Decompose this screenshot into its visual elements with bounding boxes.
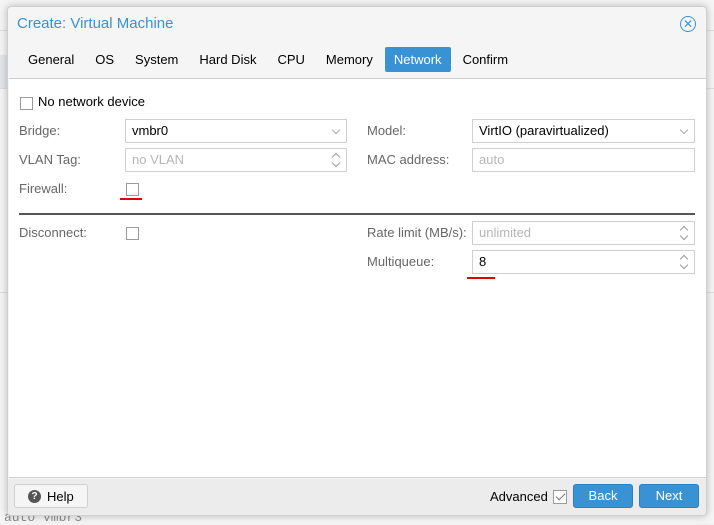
vlan-tag-placeholder: no VLAN [132,152,185,167]
no-network-device-label: No network device [38,94,145,109]
model-select[interactable]: VirtIO (paravirtualized) [472,119,695,143]
spinner-icon[interactable] [679,224,689,242]
advanced-checkbox[interactable] [553,490,567,504]
firewall-label: Firewall: [19,181,68,196]
advanced-label: Advanced [490,489,548,504]
create-vm-dialog: Create: Virtual Machine ✕ General OS Sys… [7,6,707,516]
disconnect-label: Disconnect: [19,225,87,240]
rate-limit-label: Rate limit (MB/s): [367,225,467,240]
no-network-device-checkbox[interactable] [20,97,33,110]
mac-address-input[interactable]: auto [472,148,695,172]
disconnect-checkbox[interactable] [126,227,139,240]
highlight-underline [120,198,142,200]
dialog-footer: ? Help Advanced Back Next [8,479,706,515]
bridge-label: Bridge: [19,123,61,138]
help-label: Help [47,489,74,504]
tab-network[interactable]: Network [384,47,451,72]
vlan-tag-label: VLAN Tag: [19,152,81,167]
back-button[interactable]: Back [573,484,633,508]
multiqueue-label: Multiqueue: [367,254,435,269]
tab-general[interactable]: General [19,47,83,72]
chevron-down-icon[interactable] [331,125,341,135]
model-label: Model: [367,123,407,138]
mac-address-label: MAC address: [367,152,450,167]
tab-cpu[interactable]: CPU [268,47,313,72]
rate-limit-placeholder: unlimited [479,225,532,240]
tab-hard-disk[interactable]: Hard Disk [190,47,265,72]
tab-confirm[interactable]: Confirm [454,47,518,72]
chevron-down-icon[interactable] [679,125,689,135]
spinner-icon[interactable] [679,253,689,271]
bridge-select[interactable]: vmbr0 [125,119,347,143]
question-circle-icon: ? [28,490,41,503]
spinner-icon[interactable] [331,151,341,169]
firewall-checkbox[interactable] [126,183,139,196]
mac-address-placeholder: auto [479,152,505,167]
tab-system[interactable]: System [126,47,187,72]
dialog-title: Create: Virtual Machine [17,15,174,32]
wizard-tabs: General OS System Hard Disk CPU Memory N… [8,47,517,73]
model-value: VirtIO (paravirtualized) [479,123,609,138]
next-button[interactable]: Next [639,484,699,508]
tab-os[interactable]: OS [86,47,123,72]
network-panel: No network device Bridge: vmbr0 VLAN Tag… [9,78,706,478]
help-button[interactable]: ? Help [14,484,88,508]
multiqueue-input[interactable]: 8 [472,250,695,274]
multiqueue-value: 8 [479,254,487,269]
close-icon[interactable]: ✕ [680,16,696,32]
bridge-value: vmbr0 [132,123,169,138]
tab-memory[interactable]: Memory [317,47,382,72]
highlight-underline [467,277,495,279]
advanced-divider [19,213,695,215]
rate-limit-input[interactable]: unlimited [472,221,695,245]
vlan-tag-input[interactable]: no VLAN [125,148,347,172]
